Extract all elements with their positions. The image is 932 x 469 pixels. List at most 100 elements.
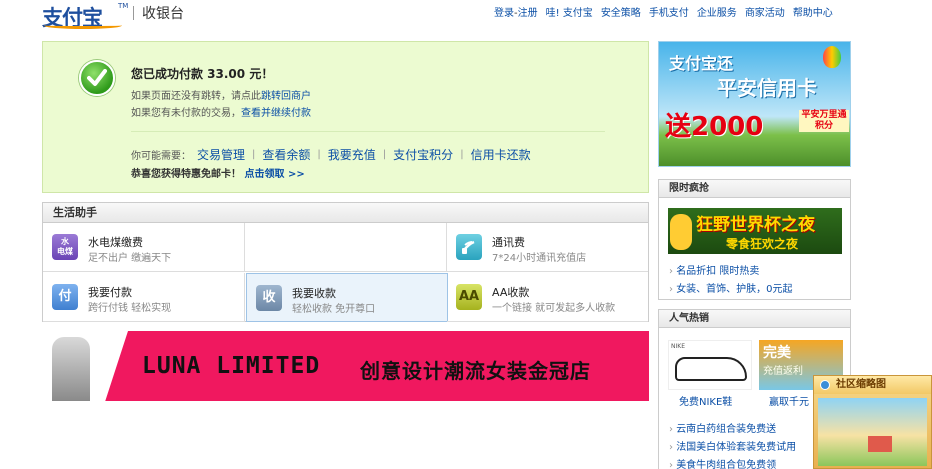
unpaid-hint: 如果您有未付款的交易，查看并继续付款 <box>131 104 311 119</box>
nav-security[interactable]: 安全策略 <box>601 4 641 19</box>
ad-line2: 平安信用卡 <box>717 76 817 100</box>
house-icon <box>868 436 892 452</box>
nike-shoe-image[interactable]: NIKE <box>668 340 752 390</box>
logo-swoosh-icon <box>44 22 122 29</box>
hot-img2-line2: 充值返利 <box>763 366 803 377</box>
service-subtitle: 轻松收款 免开尊口 <box>292 304 376 315</box>
luna-limited-banner[interactable]: LUNA LIMITED 创意设计潮流女装金冠店 <box>42 331 649 401</box>
separator: | <box>382 149 387 160</box>
service-subtitle: 7*24小时通讯充值店 <box>492 253 587 264</box>
nav-merchant-activity[interactable]: 商家活动 <box>745 4 785 19</box>
nav-alipay[interactable]: 支付宝 <box>563 8 593 19</box>
mascot-icon <box>670 214 692 250</box>
service-subtitle: 一个链接 就可发起多人收款 <box>492 303 616 314</box>
utility-bill-service[interactable]: 水电煤 水电煤缴费 足不出户 缴遍天下 <box>43 223 245 272</box>
alipay-points-link[interactable]: 支付宝积分 <box>393 146 453 163</box>
ad-line1: 支付宝还 <box>669 54 734 73</box>
win-prize-link[interactable]: 赢取千元 <box>769 393 809 408</box>
flash-sale-list: 名品折扣 限时热卖 女装、首饰、护肤，0元起 <box>669 262 793 298</box>
nav-login-register: 登录-注册 <box>494 4 538 19</box>
unpaid-hint-text: 如果您有未付款的交易， <box>131 108 241 119</box>
service-title: 通讯费 <box>492 236 525 249</box>
banner-slogan: 创意设计潮流女装金冠店 <box>360 359 591 383</box>
nav-enterprise[interactable]: 企业服务 <box>697 4 737 19</box>
promo-text: 恭喜您获得特惠免邮卡！ <box>131 169 241 180</box>
community-thumbnail-widget[interactable]: 社区缩略图 <box>813 375 932 469</box>
model-image <box>52 337 90 401</box>
logo-trademark: TM <box>118 2 129 10</box>
phone-icon <box>456 234 482 260</box>
hot-air-balloon-icon <box>823 46 841 68</box>
flash-link-1[interactable]: 名品折扣 限时热卖 <box>676 266 759 277</box>
credit-card-repay-link[interactable]: 信用卡还款 <box>471 146 531 163</box>
hot-sales-title: 人气热销 <box>659 310 850 328</box>
community-widget-header: 社区缩略图 <box>814 376 931 394</box>
flash-sale-box: 限时疯抢 狂野世界杯之夜 零食狂欢之夜 名品折扣 限时热卖 女装、首饰、护肤，0… <box>658 179 851 300</box>
payment-success-panel: 您已成功付款 33.00 元！ 如果页面还没有跳转，请点此跳转回商户 如果您有未… <box>42 41 649 193</box>
list-item: 名品折扣 限时热卖 <box>669 262 793 277</box>
community-scene-image <box>818 398 927 466</box>
pay-icon: 付 <box>52 284 78 310</box>
hot-img2-line1: 完美 <box>763 345 791 361</box>
banner-model-area <box>42 331 100 401</box>
make-payment-service[interactable]: 付 我要付款 跨行付钱 轻松实现 <box>43 273 245 322</box>
service-title: 我要付款 <box>88 286 132 299</box>
service-title: AA收款 <box>492 286 530 299</box>
banner-brand: LUNA LIMITED <box>142 353 321 379</box>
ad-line3: 送2000 <box>665 112 764 142</box>
life-helper-grid: 水电煤 水电煤缴费 足不出户 缴遍天下 通讯费 7*24小时通讯充值店 付 我要… <box>43 223 648 322</box>
world-cup-snack-ad[interactable]: 狂野世界杯之夜 零食狂欢之夜 <box>668 208 842 254</box>
shoe-tag: NIKE <box>671 343 685 350</box>
separator: | <box>460 149 464 160</box>
life-helper-title: 生活助手 <box>43 203 648 223</box>
check-balance-link[interactable]: 查看余额 <box>262 146 310 163</box>
aa-collection-service[interactable]: AA AA收款 一个链接 就可发起多人收款 <box>447 273 648 322</box>
quick-links: 你可能需要： 交易管理 | 查看余额 | 我要充值 | 支付宝积分 | 信用卡还… <box>131 146 531 163</box>
flash-sale-title: 限时疯抢 <box>659 180 850 198</box>
return-to-merchant-link[interactable]: 跳转回商户 <box>261 91 311 102</box>
continue-payment-link[interactable]: 查看并继续付款 <box>241 108 311 119</box>
separator: | <box>252 149 256 160</box>
list-item: 美食牛肉组合包免费领 <box>669 456 796 469</box>
quick-links-label: 你可能需要： <box>131 151 191 162</box>
receive-payment-service[interactable]: 收 我要收款 轻松收款 免开尊口 <box>246 273 448 322</box>
page-title: 收银台 <box>142 6 184 22</box>
hot-sales-list: 云南白药组合装免费送 法国美白体验套装免费试用 美食牛肉组合包免费领 <box>669 420 796 469</box>
nav-wa[interactable]: 哇! <box>546 8 560 19</box>
community-widget-title: 社区缩略图 <box>836 379 886 390</box>
nav-register[interactable]: 注册 <box>518 8 538 19</box>
separator: | <box>317 149 321 160</box>
receive-icon: 收 <box>256 285 282 311</box>
nav-help-center[interactable]: 帮助中心 <box>793 4 833 19</box>
service-title: 水电煤缴费 <box>88 236 143 249</box>
flash-img-line1: 狂野世界杯之夜 <box>696 215 815 235</box>
phone-bill-service[interactable]: 通讯费 7*24小时通讯充值店 <box>447 223 648 272</box>
flash-img-line2: 零食狂欢之夜 <box>726 237 799 251</box>
header: 支付宝 TM 收银台 登录-注册 哇! 支付宝 安全策略 手机支付 企业服务 商… <box>0 0 932 34</box>
alipay-logo[interactable]: 支付宝 TM <box>42 2 129 30</box>
service-subtitle: 跨行付钱 轻松实现 <box>88 303 172 314</box>
top-nav: 登录-注册 哇! 支付宝 安全策略 手机支付 企业服务 商家活动 帮助中心 <box>494 4 833 19</box>
aa-icon: AA <box>456 284 482 310</box>
list-item: 云南白药组合装免费送 <box>669 420 796 435</box>
flash-link-2[interactable]: 女装、首饰、护肤，0元起 <box>676 284 792 295</box>
claim-card-link[interactable]: 点击领取 >> <box>244 169 304 180</box>
ad-line4: 平安万里通积分 <box>799 110 849 132</box>
hot-link-3[interactable]: 美食牛肉组合包免费领 <box>676 460 776 469</box>
redirect-hint: 如果页面还没有跳转，请点此跳转回商户 <box>131 87 311 102</box>
list-item: 法国美白体验套装免费试用 <box>669 438 796 453</box>
hot-link-2[interactable]: 法国美白体验套装免费试用 <box>676 442 796 453</box>
nav-wa-alipay: 哇! 支付宝 <box>546 4 593 19</box>
nav-login[interactable]: 登录 <box>494 8 514 19</box>
success-check-icon <box>79 60 115 96</box>
empty-service-slot <box>245 223 447 272</box>
free-nike-link[interactable]: 免费NIKE鞋 <box>679 393 732 408</box>
top-up-link[interactable]: 我要充值 <box>328 146 376 163</box>
hot-link-1[interactable]: 云南白药组合装免费送 <box>676 424 776 435</box>
service-title: 我要收款 <box>292 287 336 300</box>
nav-mobile-pay[interactable]: 手机支付 <box>649 4 689 19</box>
life-helper-panel: 生活助手 水电煤 水电煤缴费 足不出户 缴遍天下 通讯费 7*24小时通讯充值店… <box>42 202 649 322</box>
pingan-credit-card-ad[interactable]: 支付宝还 平安信用卡 送2000 平安万里通积分 <box>658 41 851 167</box>
divider <box>131 131 605 132</box>
trade-management-link[interactable]: 交易管理 <box>197 146 245 163</box>
